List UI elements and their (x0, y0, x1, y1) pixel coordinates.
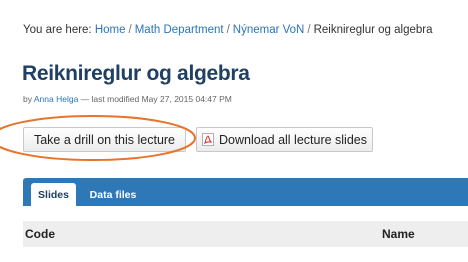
author-link[interactable]: Anna Helga (34, 94, 78, 104)
breadcrumb-prefix: You are here: (23, 24, 95, 36)
column-header-name[interactable]: Name (382, 227, 415, 241)
breadcrumb-link-math-department[interactable]: Math Department (135, 24, 224, 36)
breadcrumb-link-home[interactable]: Home (95, 24, 126, 36)
tab-slides-label: Slides (38, 188, 69, 201)
breadcrumb-current: Reiknireglur og algebra (313, 24, 433, 36)
breadcrumb: You are here: Home / Math Department / Nýnem… (23, 24, 432, 36)
breadcrumb-link-nynemar[interactable]: Nýnemar VoN (233, 24, 305, 36)
breadcrumb-separator: / (226, 24, 230, 36)
page-title: Reiknireglur og algebra (22, 62, 250, 85)
last-modified: — last modified May 27, 2015 04:47 PM (78, 94, 232, 104)
take-drill-button[interactable]: Take a drill on this lecture (23, 127, 186, 152)
tab-data-files-label: Data files (89, 188, 137, 201)
download-slides-button[interactable]: Download all lecture slides (196, 127, 373, 152)
breadcrumb-separator: / (307, 24, 311, 36)
tab-data-files[interactable]: Data files (81, 183, 145, 206)
breadcrumb-separator: / (128, 24, 132, 36)
download-slides-label: Download all lecture slides (219, 132, 367, 147)
tab-bar: Slides Data files (23, 178, 468, 206)
byline-prefix: by (23, 94, 34, 104)
byline: by Anna Helga — last modified May 27, 20… (23, 94, 232, 104)
table-header: Code Name (23, 221, 468, 247)
pdf-icon (202, 133, 214, 146)
column-header-code[interactable]: Code (25, 227, 55, 241)
take-drill-label: Take a drill on this lecture (33, 132, 176, 147)
tab-slides[interactable]: Slides (31, 183, 76, 206)
